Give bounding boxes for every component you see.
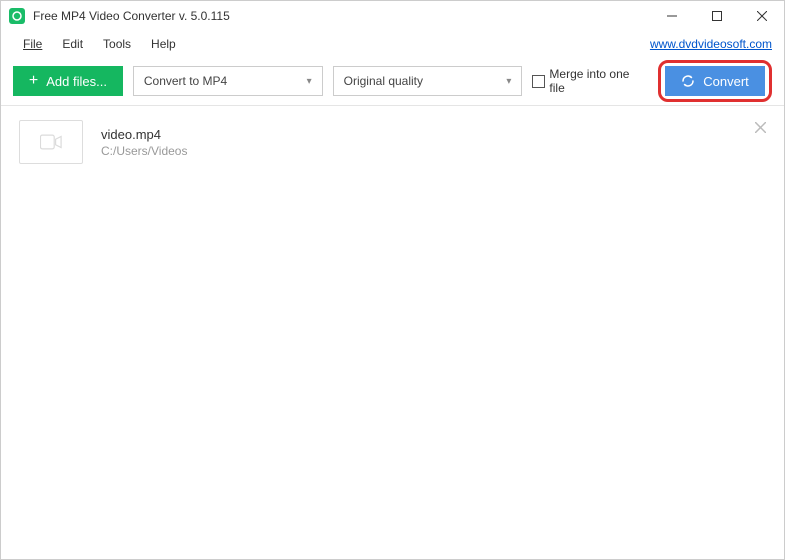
menu-file[interactable]: File	[13, 33, 52, 55]
menu-help[interactable]: Help	[141, 33, 186, 55]
file-path: C:/Users/Videos	[101, 144, 187, 158]
chevron-down-icon: ▾	[307, 76, 312, 87]
file-list: video.mp4 C:/Users/Videos	[1, 105, 784, 178]
merge-checkbox-wrap[interactable]: Merge into one file	[532, 67, 648, 95]
quality-dropdown[interactable]: Original quality ▾	[333, 66, 523, 96]
close-icon	[755, 122, 766, 133]
format-dropdown-value: Convert to MP4	[144, 74, 227, 88]
menu-edit[interactable]: Edit	[52, 33, 93, 55]
close-button[interactable]	[739, 1, 784, 31]
app-icon	[9, 8, 25, 24]
file-row[interactable]: video.mp4 C:/Users/Videos	[1, 106, 784, 178]
maximize-icon	[712, 11, 722, 21]
refresh-icon	[681, 74, 695, 88]
add-files-label: Add files...	[46, 74, 107, 89]
app-title: Free MP4 Video Converter v. 5.0.115	[33, 9, 649, 23]
minimize-button[interactable]	[649, 1, 694, 31]
add-files-button[interactable]: + Add files...	[13, 66, 123, 96]
format-dropdown[interactable]: Convert to MP4 ▾	[133, 66, 323, 96]
quality-dropdown-value: Original quality	[344, 74, 423, 88]
menubar: File Edit Tools Help www.dvdvideosoft.co…	[1, 31, 784, 57]
window-controls	[649, 1, 784, 31]
remove-file-button[interactable]	[755, 120, 766, 138]
chevron-down-icon: ▾	[506, 76, 511, 87]
file-name: video.mp4	[101, 127, 187, 142]
titlebar: Free MP4 Video Converter v. 5.0.115	[1, 1, 784, 31]
menu-tools[interactable]: Tools	[93, 33, 141, 55]
close-icon	[757, 11, 767, 21]
convert-button[interactable]: Convert	[665, 66, 765, 96]
convert-label: Convert	[703, 74, 749, 89]
maximize-button[interactable]	[694, 1, 739, 31]
file-thumbnail	[19, 120, 83, 164]
merge-checkbox-label: Merge into one file	[549, 67, 648, 95]
video-icon	[40, 134, 62, 150]
file-info: video.mp4 C:/Users/Videos	[101, 127, 187, 158]
plus-icon: +	[29, 72, 38, 90]
convert-highlight: Convert	[658, 60, 772, 102]
toolbar: + Add files... Convert to MP4 ▾ Original…	[1, 57, 784, 105]
website-link[interactable]: www.dvdvideosoft.com	[650, 37, 772, 51]
minimize-icon	[667, 11, 677, 21]
merge-checkbox[interactable]	[532, 75, 545, 88]
